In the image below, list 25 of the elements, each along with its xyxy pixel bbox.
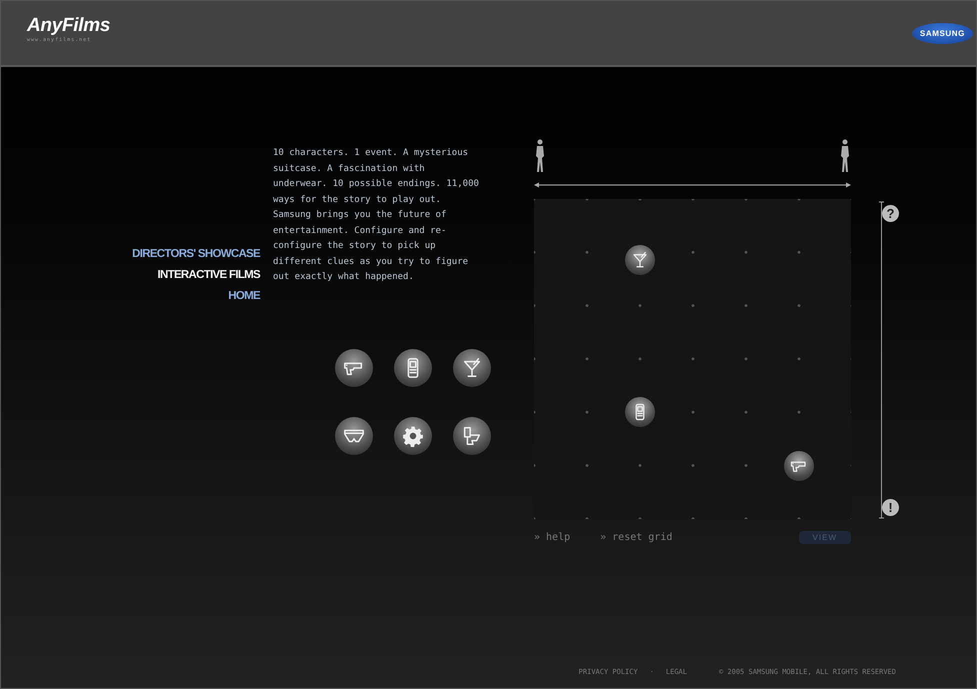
- question-mark-icon[interactable]: ?: [882, 205, 899, 222]
- standing-figure-icon: [839, 139, 851, 173]
- nav-link[interactable]: INTERACTIVE FILMS: [158, 265, 260, 286]
- exclamation-mark-icon[interactable]: !: [882, 499, 899, 516]
- description-text: 10 characters. 1 event. A mysterious suitcase. A fascination with underwear. 10 possible endings. 11,000 ways for the story to play out. Samsung brings you the future of entertainment. Configure and re-configure the story to pick up different clues as you try to figure out exactly what happened.: [273, 147, 480, 284]
- grid-token[interactable]: [625, 397, 655, 428]
- gear-icon: [402, 424, 424, 446]
- brand-logo[interactable]: SAMSUNG: [912, 22, 973, 44]
- clue-button[interactable]: [453, 416, 491, 454]
- toilet-icon: [461, 424, 483, 446]
- nav-link[interactable]: HOME: [228, 286, 260, 307]
- clue-button[interactable]: [335, 416, 373, 454]
- grid-token[interactable]: [784, 450, 814, 480]
- nav-link[interactable]: DIRECTORS' SHOWCASE: [132, 244, 260, 265]
- clue-button[interactable]: [335, 348, 373, 386]
- grid-token[interactable]: [625, 245, 655, 276]
- text-link[interactable]: » help: [534, 532, 570, 543]
- cocktail-glass-icon: [631, 251, 649, 270]
- clue-button[interactable]: [394, 416, 432, 454]
- cocktail-glass-icon: [461, 356, 483, 378]
- clue-button[interactable]: [453, 348, 491, 386]
- clue-button[interactable]: [394, 348, 432, 386]
- site-logo[interactable]: AnyFilms: [27, 15, 110, 37]
- text-link[interactable]: » reset grid: [600, 532, 672, 543]
- standing-figure-icon: [534, 139, 546, 173]
